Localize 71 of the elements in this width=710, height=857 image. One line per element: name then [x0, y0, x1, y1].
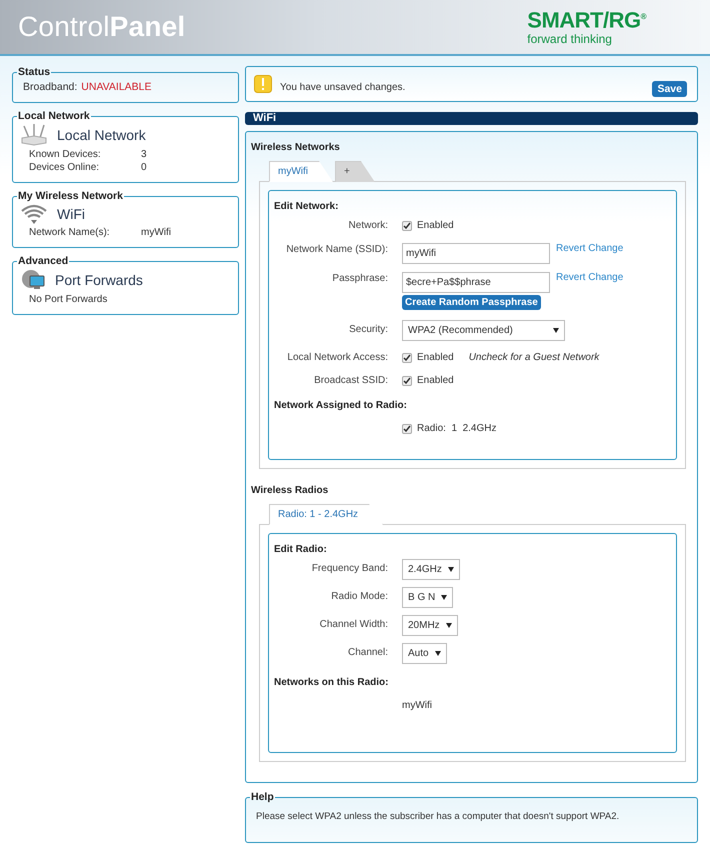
dropdown[interactable]: 2.4GHz	[402, 559, 460, 580]
alert-message: You have unsaved changes.	[280, 82, 406, 92]
tab[interactable]: Radio: 1 - 2.4GHz	[269, 504, 384, 525]
revert-link[interactable]: Revert Change	[556, 243, 624, 254]
section-heading: Wireless Networks	[251, 142, 341, 153]
save-button[interactable]: Save	[652, 81, 687, 97]
caret-icon	[446, 623, 452, 628]
card-title[interactable]: WiFi	[57, 206, 85, 222]
field-label: Channel Width:	[318, 619, 388, 630]
help-text: Please select WPA2 unless the subscriber has a computer that doesn't support WPA2.	[256, 811, 620, 822]
hint-text: Uncheck for a Guest Network	[468, 352, 600, 363]
wifi-icon	[21, 204, 47, 224]
info-label: Devices Online:	[29, 161, 100, 174]
section-title-bar: WiFi	[245, 112, 698, 125]
field-label: Passphrase:	[331, 272, 388, 284]
info-note: No Port Forwards	[29, 293, 108, 306]
panel-legend: Advanced	[17, 255, 70, 267]
caret-icon	[448, 567, 454, 572]
field-label: Network:	[348, 220, 388, 231]
warning-icon	[254, 75, 272, 93]
broadband-status: UNAVAILABLE	[81, 81, 152, 93]
subheading: Networks on this Radio:	[274, 677, 390, 688]
caret-icon	[434, 651, 441, 656]
field-label: Channel:	[346, 647, 388, 658]
panel-legend: My Wireless Network	[17, 190, 124, 202]
checkbox-label: Enabled	[417, 220, 454, 231]
app-title: ControlPanel	[18, 11, 186, 43]
tab[interactable]: myWifi	[269, 161, 333, 182]
logo: SMART/RG$^{®}$ forward thinking	[527, 6, 646, 45]
dropdown[interactable]: B G N	[402, 587, 454, 608]
info-value: myWifi	[141, 226, 172, 239]
card-title[interactable]: Port Forwards	[55, 272, 143, 288]
text-field[interactable]: $ecre+Pa$$phrase	[402, 272, 550, 293]
section-heading: Wireless Radios	[251, 485, 330, 496]
panel-legend: Local Network	[17, 110, 91, 122]
info-label: Known Devices:	[29, 148, 102, 161]
revert-link[interactable]: Revert Change	[556, 272, 624, 283]
panel-legend: Status	[17, 66, 52, 78]
checkbox[interactable]	[402, 352, 412, 362]
info-value: 3	[141, 148, 148, 161]
checkbox[interactable]	[402, 376, 412, 386]
checkbox[interactable]	[402, 220, 412, 230]
caret-icon	[441, 595, 448, 600]
computer-icon	[21, 269, 45, 291]
broadband-label: Broadband:	[23, 81, 78, 93]
checkbox[interactable]	[402, 424, 412, 434]
panel-legend: Help	[250, 791, 275, 803]
field-label: Security:	[348, 324, 388, 335]
caret-icon	[553, 328, 559, 333]
field-label: Frequency Band:	[310, 563, 388, 574]
info-value: 0	[141, 161, 148, 174]
form-heading: Edit Network:	[274, 201, 340, 212]
info-label: Network Name(s):	[29, 226, 111, 239]
field-label: Local Network Access:	[286, 352, 388, 363]
field-label: Network Name (SSID):	[285, 243, 388, 255]
network-name: myWifi	[402, 700, 432, 711]
subheading: Network Assigned to Radio:	[274, 400, 408, 411]
random-passphrase-button[interactable]: Create Random Passphrase	[402, 295, 541, 310]
checkbox-label: Radio: 1 2.4GHz	[417, 423, 496, 434]
card-title[interactable]: Local Network	[57, 127, 146, 143]
router-icon	[21, 124, 47, 146]
dropdown[interactable]: 20MHz	[402, 615, 458, 636]
field-label: Radio Mode:	[330, 591, 388, 602]
checkbox-label: Enabled	[417, 375, 454, 386]
checkbox-label: Enabled	[417, 352, 454, 363]
tab[interactable]: +	[335, 161, 375, 182]
form-heading: Edit Radio:	[274, 544, 328, 555]
text-field[interactable]: myWifi	[402, 243, 550, 264]
dropdown[interactable]: WPA2 (Recommended)	[402, 320, 565, 341]
dropdown[interactable]: Auto	[402, 643, 447, 664]
field-label: Broadcast SSID:	[313, 375, 388, 386]
